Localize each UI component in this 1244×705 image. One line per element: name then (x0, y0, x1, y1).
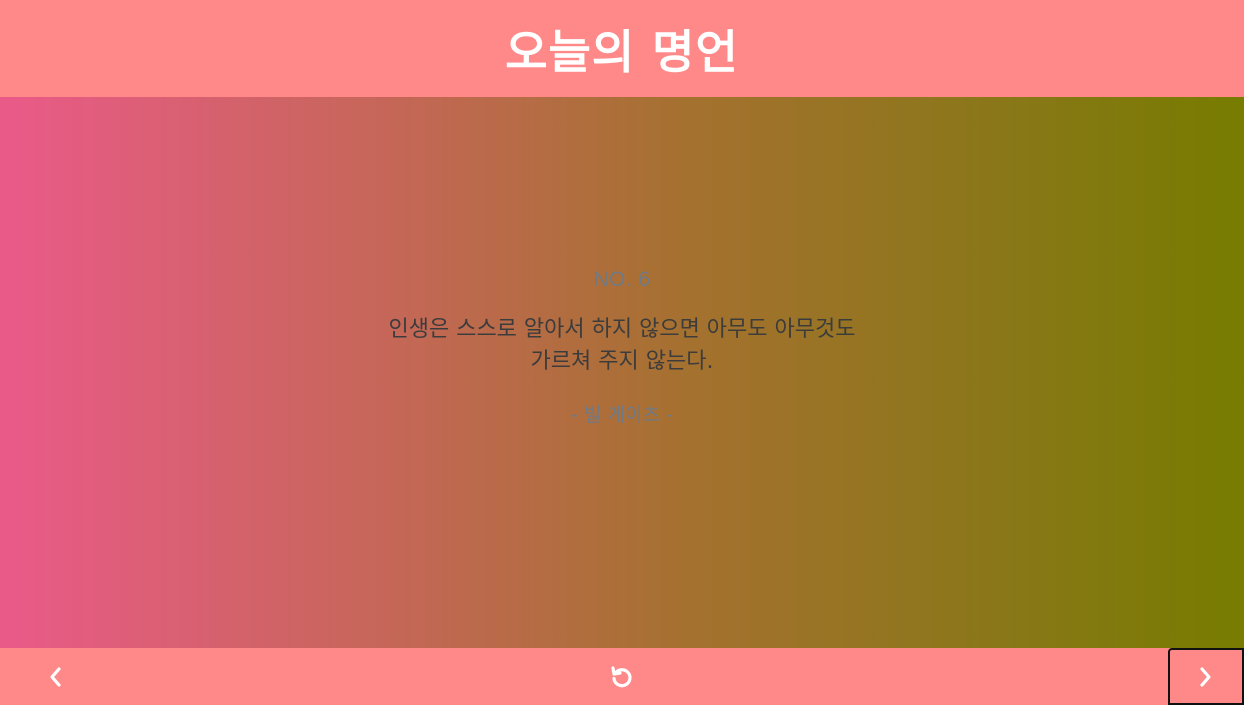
rotate-ccw-icon (609, 664, 635, 690)
page-title: 오늘의 명언 (505, 24, 739, 79)
app-header: 오늘의 명언 (0, 0, 1244, 97)
prev-button[interactable] (0, 648, 110, 705)
quote-number: NO. 6 (593, 268, 651, 291)
quote-text: 인생은 스스로 알아서 하지 않으면 아무도 아무것도 가르쳐 주지 않는다. (388, 317, 856, 374)
reset-button[interactable] (567, 648, 677, 705)
quote-author: - 빌 게이츠 - (571, 404, 673, 426)
next-button[interactable] (1168, 648, 1244, 705)
chevron-right-icon (1199, 666, 1213, 688)
quote-panel: NO. 6 인생은 스스로 알아서 하지 않으면 아무도 아무것도 가르쳐 주지… (0, 97, 1244, 648)
quote-card: NO. 6 인생은 스스로 알아서 하지 않으면 아무도 아무것도 가르쳐 주지… (0, 268, 1244, 427)
nav-footer (0, 648, 1244, 705)
chevron-left-icon (48, 666, 62, 688)
